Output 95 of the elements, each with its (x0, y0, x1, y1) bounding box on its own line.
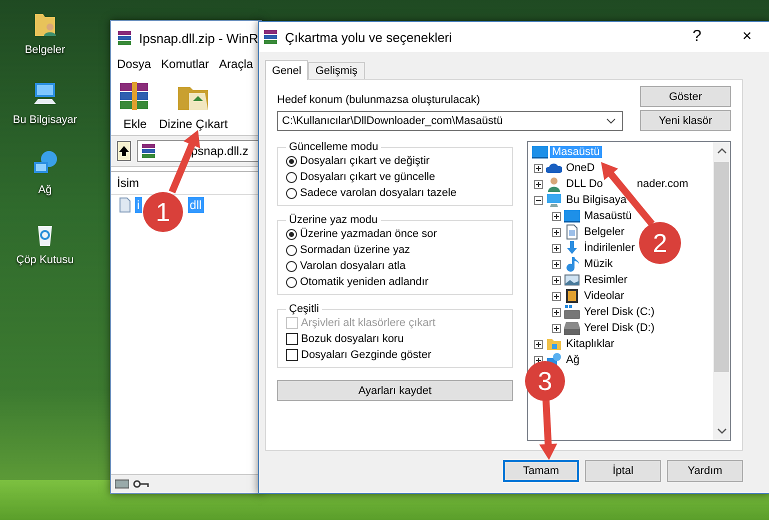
tree-item[interactable]: Masaüstü (582, 210, 634, 222)
collapse-icon[interactable] (534, 196, 543, 204)
option-label: Arşivleri alt klasörlere çıkart (301, 317, 436, 329)
person-icon (546, 176, 562, 192)
expand-icon[interactable] (534, 164, 543, 172)
menu-item[interactable]: Araçla (219, 57, 254, 71)
option-label: Üzerine yazmadan önce sor (300, 228, 437, 240)
screen-icon (564, 208, 580, 224)
side-button[interactable]: Yeni klasör (640, 110, 731, 131)
tree-item[interactable]: OneD (564, 162, 597, 174)
scroll-down-icon[interactable] (716, 428, 726, 434)
option-label: Bozuk dosyaları koru (301, 333, 404, 345)
desktop-icon-label: Ağ (38, 184, 52, 196)
destination-combo[interactable]: C:\Kullanıcılar\DllDownloader_com\Masaüstü (277, 111, 623, 131)
radio-button[interactable] (286, 188, 297, 198)
column-header[interactable]: İsim (117, 176, 139, 190)
tree-item[interactable]: Kitaplıklar (564, 338, 616, 350)
option-label: Sormadan üzerine yaz (300, 244, 410, 256)
music-note-icon (564, 256, 580, 272)
option-label: Dosyaları Gezginde göster (301, 349, 432, 361)
group-title: Çeşitli (288, 303, 320, 315)
expand-icon[interactable] (552, 292, 561, 300)
checkbox[interactable] (286, 349, 298, 361)
expand-icon[interactable] (552, 276, 561, 284)
toolbar-button[interactable]: Ekle (117, 79, 153, 131)
menu-item[interactable]: Komutlar (161, 57, 210, 71)
radio-button[interactable] (286, 260, 297, 272)
book-stack-icon (141, 143, 157, 159)
radio-button[interactable] (286, 276, 297, 288)
dropdown-caret-icon[interactable] (606, 118, 616, 124)
dialog-button[interactable]: İptal (585, 460, 661, 482)
tree-item[interactable]: Ağ (564, 354, 582, 366)
tree-item[interactable]: Yerel Disk (C:) (582, 306, 656, 318)
tree-item[interactable]: Videolar (582, 290, 626, 302)
key-icon (133, 479, 149, 489)
radio-button[interactable] (286, 228, 297, 240)
desktop-icon-label: Belgeler (24, 44, 66, 56)
dialog-button[interactable]: Tamam (503, 460, 579, 482)
expand-icon[interactable] (552, 308, 561, 316)
option-label: Otomatik yeniden adlandır (300, 276, 428, 288)
field-label: Hedef konum (bulunmazsa oluşturulacak) (277, 94, 481, 106)
tree-item[interactable]: DLL Do nader.com (564, 178, 690, 190)
document-icon (564, 224, 580, 240)
radio-button[interactable] (286, 244, 297, 256)
expand-icon[interactable] (552, 212, 561, 220)
group-title: Üzerine yaz modu (288, 214, 379, 226)
monitor-icon (546, 192, 562, 208)
folder-icon (546, 336, 562, 352)
up-button[interactable] (117, 141, 131, 161)
desktop-icon-label: Çöp Kutusu (16, 254, 74, 266)
scroll-up-icon[interactable] (716, 148, 726, 154)
dialog-title: Çıkartma yolu ve seçenekleri (285, 30, 453, 44)
save-settings-button[interactable]: Ayarları kaydet (277, 380, 513, 401)
expand-icon[interactable] (552, 260, 561, 268)
tree-item[interactable]: İndirilenler (582, 242, 637, 254)
help-button[interactable]: ? (675, 22, 719, 52)
expand-icon[interactable] (534, 180, 543, 188)
window-title: Ipsnap.dll.zip - WinR (139, 30, 258, 46)
desktop-icon-label: Bu Bilgisayar (12, 114, 78, 126)
tree-item[interactable]: Resimler (582, 274, 630, 286)
radio-button[interactable] (286, 172, 297, 182)
book-stack-icon (263, 29, 279, 45)
picture-icon (564, 272, 580, 288)
book-stack-icon (117, 30, 133, 46)
side-button[interactable]: Göster (640, 86, 731, 107)
tree-item[interactable]: Belgeler (582, 226, 626, 238)
option-label: Varolan dosyaları atla (300, 260, 406, 272)
close-button[interactable]: × (725, 22, 769, 52)
dialog-button[interactable]: Yardım (667, 460, 743, 482)
tree-item[interactable]: Bu Bilgisaya (564, 194, 629, 206)
scrollbar[interactable] (713, 142, 730, 440)
path-field[interactable]: psnap.dll.z (137, 140, 261, 162)
drive-icon (564, 320, 580, 336)
drive-icon (115, 479, 129, 489)
expand-icon[interactable] (552, 228, 561, 236)
checkbox[interactable] (286, 333, 298, 345)
tab[interactable]: Genel (265, 60, 308, 80)
file-icon (117, 197, 133, 213)
menu-item[interactable]: Dosya (117, 57, 152, 71)
tree-item[interactable]: Müzik (582, 258, 615, 270)
toolbar-button[interactable]: Dizine Çıkart (159, 79, 228, 131)
tree-item[interactable]: Yerel Disk (D:) (582, 322, 656, 334)
option-label: Dosyaları çıkart ve değiştir (300, 155, 430, 167)
expand-icon[interactable] (552, 244, 561, 252)
group-title: Güncelleme modu (288, 141, 380, 153)
film-icon (564, 288, 580, 304)
radio-button[interactable] (286, 156, 297, 166)
expand-icon[interactable] (534, 340, 543, 348)
option-label: Sadece varolan dosyaları tazele (300, 187, 457, 199)
screen-icon (532, 144, 548, 160)
tab[interactable]: Gelişmiş (308, 62, 365, 79)
option-label: Dosyaları çıkart ve güncelle (300, 171, 436, 183)
down-arrow-icon (564, 240, 580, 256)
expand-icon[interactable] (552, 324, 561, 332)
drive-icon (564, 304, 580, 320)
